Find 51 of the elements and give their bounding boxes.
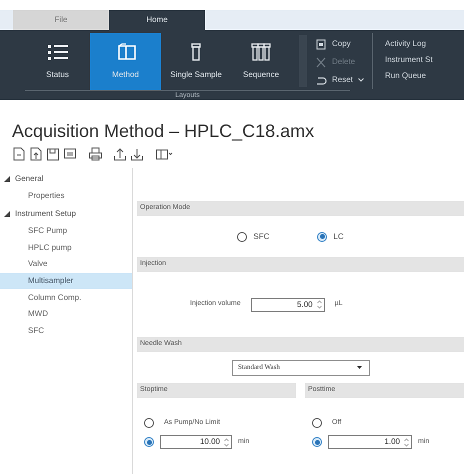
copy-icon: [315, 38, 327, 50]
ribbon-button[interactable]: Single Sample: [161, 33, 231, 90]
upload-icon[interactable]: [113, 147, 127, 161]
layout-icon[interactable]: [155, 147, 173, 161]
tree-item[interactable]: General: [0, 170, 132, 188]
chevron-down-icon: [358, 78, 364, 82]
number-field[interactable]: 1.00: [328, 435, 412, 449]
tree-item[interactable]: HPLC pump: [0, 239, 132, 256]
ribbon-tab[interactable]: Home: [109, 10, 205, 30]
list-icon: [48, 42, 68, 60]
number-field[interactable]: 5.00: [250, 298, 325, 312]
spinner-arrows-icon: [224, 438, 229, 446]
radio-button[interactable]: [237, 232, 248, 242]
open-document-icon[interactable]: [29, 147, 43, 161]
tree-item[interactable]: MWD: [0, 306, 132, 323]
ribbon-link[interactable]: Run Queue: [385, 70, 464, 80]
undo-icon: [315, 74, 327, 86]
ribbon-button[interactable]: Sequence: [231, 33, 291, 90]
spinner-arrows-icon: [404, 438, 409, 446]
page-title: Acquisition Method – HPLC_C18.amx: [12, 120, 314, 142]
radio-button[interactable]: [312, 418, 322, 428]
print-icon[interactable]: [88, 147, 102, 161]
ribbon-small-button[interactable]: Copy: [315, 37, 372, 51]
spinner-arrows-icon: [316, 300, 322, 309]
download-icon[interactable]: [130, 147, 144, 161]
vials-icon: [251, 42, 271, 60]
tree-item[interactable]: Valve: [0, 256, 132, 273]
tree-item[interactable]: Instrument Setup: [0, 204, 132, 223]
book-icon: [116, 42, 136, 60]
tree-item[interactable]: Column Comp.: [0, 289, 132, 306]
tree-item[interactable]: Multisampler: [0, 272, 132, 290]
ribbon-link[interactable]: Instrument St: [385, 54, 464, 64]
expanded-triangle-icon: [4, 210, 10, 217]
radio-label: LC: [333, 230, 344, 242]
dropdown-arrow-icon: [357, 366, 362, 369]
expanded-triangle-icon: [4, 176, 10, 182]
radio-button[interactable]: [312, 437, 322, 447]
radio-label: SFC: [253, 230, 270, 242]
tree-item[interactable]: SFC: [0, 322, 132, 340]
close-icon: [315, 56, 327, 68]
ribbon-small-button[interactable]: Reset: [315, 73, 372, 87]
radio-button[interactable]: [317, 232, 328, 242]
ribbon-button[interactable]: Status: [25, 33, 90, 90]
new-document-icon[interactable]: [12, 147, 26, 161]
radio-button[interactable]: [144, 418, 154, 428]
radio-button[interactable]: [144, 437, 154, 447]
tree-item[interactable]: SFC Pump: [0, 222, 132, 240]
save-icon[interactable]: [46, 147, 60, 161]
number-field[interactable]: 10.00: [160, 435, 232, 449]
tree-item[interactable]: Properties: [0, 188, 132, 205]
ribbon-link[interactable]: Activity Log: [385, 38, 464, 48]
